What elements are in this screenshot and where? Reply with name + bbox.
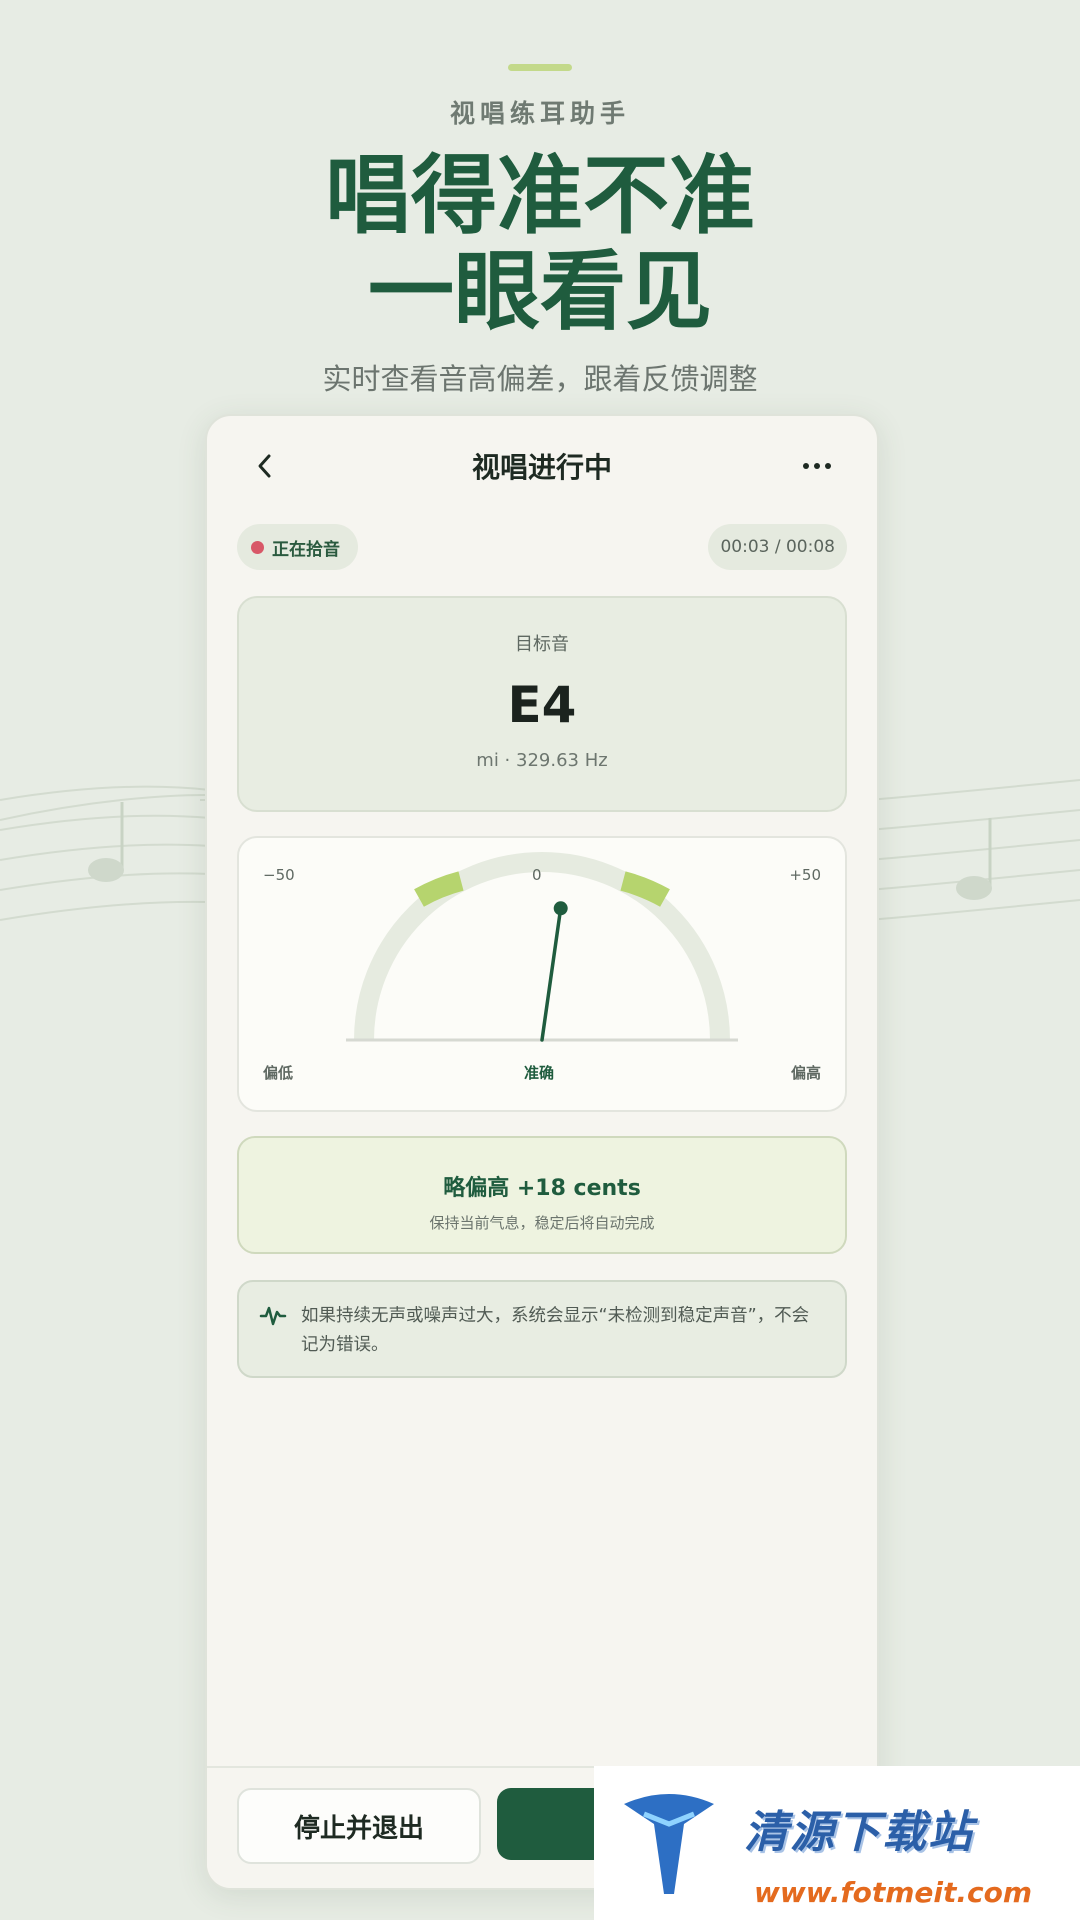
elapsed-time-badge: 00:03 / 00:08 (708, 524, 847, 570)
phone-screen: 视唱进行中 正在拾音 00:03 / 00:08 目标音 E4 mi · 329… (205, 414, 879, 1890)
gauge-min-label: −50 (263, 866, 295, 884)
music-note-icon (956, 818, 992, 900)
target-note-label: 目标音 (515, 634, 569, 655)
navigation-bar: 视唱进行中 (207, 416, 877, 512)
info-notice-text: 如果持续无声或噪声过大，系统会显示“未检测到稳定声音”，不会记为错误。 (301, 1306, 810, 1355)
music-note-icon (88, 802, 124, 882)
pitch-feedback-card: 略偏高 +18 cents 保持当前气息，稳定后将自动完成 (237, 1136, 847, 1254)
gauge-max-label: +50 (789, 866, 821, 884)
recording-status-badge: 正在拾音 (237, 524, 358, 570)
gauge-low-caption: 偏低 (263, 1064, 294, 1082)
stop-and-exit-button[interactable]: 停止并退出 (237, 1788, 481, 1864)
gauge-needle (540, 906, 563, 1042)
recording-dot-icon (251, 540, 264, 554)
more-horizontal-icon (803, 463, 831, 469)
headline-line-2: 一眼看见 (368, 242, 712, 342)
watermark-emblem-icon (624, 1794, 714, 1894)
more-button[interactable] (797, 448, 837, 484)
app-tagline: 视唱练耳助手 (449, 99, 630, 128)
info-notice-card: 如果持续无声或噪声过大，系统会显示“未检测到稳定声音”，不会记为错误。 (237, 1280, 847, 1378)
gauge-center-label: 0 (532, 866, 542, 884)
headline-line-1: 唱得准不准 (325, 146, 755, 246)
page-title: 视唱进行中 (471, 451, 612, 484)
target-note-value: E4 (507, 676, 577, 734)
gauge-accurate-caption: 准确 (524, 1064, 555, 1082)
watermark-url: www.fotmeit.com (754, 1876, 1033, 1909)
watermark-text: 清源下载站 (744, 1807, 974, 1858)
promo-headline: 唱得准不准 一眼看见 (0, 148, 1080, 340)
recording-status-label: 正在拾音 (272, 539, 340, 560)
feedback-subtitle: 保持当前气息，稳定后将自动完成 (429, 1214, 655, 1232)
waveform-icon (259, 1306, 287, 1326)
gauge-needle-tip (553, 901, 568, 916)
watermark-logo: 清源下载站 www.fotmeit.com (594, 1766, 1080, 1920)
pitch-meter-card: −50 0 +50 偏低 准确 偏高 (237, 836, 847, 1112)
header-accent-bar (508, 64, 572, 71)
target-note-frequency: mi · 329.63 Hz (476, 750, 608, 771)
target-note-card: 目标音 E4 mi · 329.63 Hz (237, 596, 847, 812)
feedback-title: 略偏高 +18 cents (443, 1176, 641, 1201)
gauge-high-caption: 偏高 (790, 1064, 821, 1082)
promo-subtitle: 实时查看音高偏差，跟着反馈调整 (322, 362, 758, 396)
